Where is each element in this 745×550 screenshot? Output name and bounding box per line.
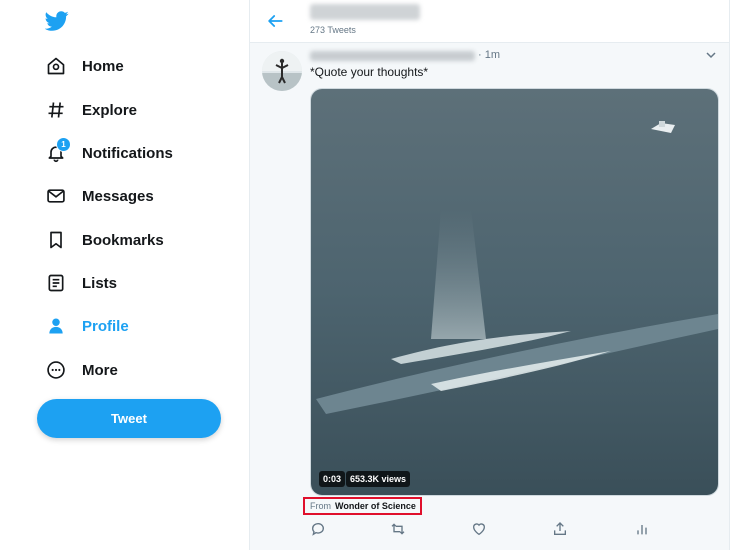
tweet-button[interactable]: Tweet bbox=[37, 399, 221, 438]
chevron-down-icon[interactable] bbox=[705, 49, 717, 61]
from-label: From bbox=[310, 501, 331, 511]
profile-name-redacted bbox=[310, 4, 420, 20]
sidebar-item-notifications[interactable]: 1 Notifications bbox=[45, 137, 173, 168]
tweet-count: 273 Tweets bbox=[310, 25, 356, 35]
video-frame bbox=[311, 89, 718, 495]
video-duration: 0:03 bbox=[319, 471, 346, 487]
sidebar-item-home[interactable]: Home bbox=[45, 51, 124, 81]
retweet-icon[interactable] bbox=[390, 521, 406, 537]
reply-icon[interactable] bbox=[310, 521, 326, 537]
sidebar-item-explore[interactable]: Explore bbox=[45, 95, 137, 125]
sidebar-item-label: Messages bbox=[82, 187, 154, 205]
bell-icon: 1 bbox=[45, 137, 71, 164]
bookmark-icon bbox=[45, 229, 67, 251]
sidebar-item-messages[interactable]: Messages bbox=[45, 181, 154, 211]
more-circle-icon bbox=[45, 359, 67, 381]
sidebar: Home Explore 1 Notifications Messages Bo… bbox=[0, 0, 249, 550]
sidebar-item-bookmarks[interactable]: Bookmarks bbox=[45, 225, 164, 255]
sidebar-item-label: Lists bbox=[82, 274, 118, 292]
tweet-timestamp[interactable]: · 1m bbox=[478, 49, 500, 61]
sidebar-item-more[interactable]: More bbox=[45, 355, 118, 385]
twitter-bird-icon[interactable] bbox=[45, 9, 69, 33]
hashtag-icon bbox=[45, 99, 67, 121]
profile-header: 273 Tweets bbox=[250, 0, 729, 43]
analytics-icon[interactable] bbox=[634, 521, 650, 537]
sidebar-item-label: Explore bbox=[82, 101, 138, 119]
main-column: 273 Tweets · 1m *Quote your thoughts* 0:… bbox=[249, 0, 730, 550]
list-icon bbox=[45, 272, 67, 294]
notification-badge: 1 bbox=[56, 137, 71, 152]
video-views: 653.3K views bbox=[346, 471, 411, 487]
sidebar-item-label: Home bbox=[82, 57, 124, 75]
sidebar-item-label: More bbox=[82, 361, 118, 379]
author-name-redacted bbox=[310, 51, 475, 61]
home-icon bbox=[45, 55, 67, 77]
sidebar-item-lists[interactable]: Lists bbox=[45, 268, 117, 298]
tweet-text: *Quote your thoughts* bbox=[310, 65, 429, 79]
envelope-icon bbox=[45, 185, 67, 207]
sidebar-item-label: Bookmarks bbox=[82, 231, 164, 249]
user-icon bbox=[45, 315, 67, 337]
source-account-link[interactable]: Wonder of Science bbox=[335, 501, 416, 511]
video-source-attribution[interactable]: From Wonder of Science bbox=[303, 497, 422, 515]
share-icon[interactable] bbox=[552, 521, 568, 537]
video-player[interactable]: 0:03 653.3K views bbox=[310, 88, 719, 496]
sidebar-item-profile[interactable]: Profile bbox=[45, 311, 129, 341]
sidebar-item-label: Notifications bbox=[82, 144, 173, 162]
like-heart-icon[interactable] bbox=[471, 521, 487, 537]
back-arrow-icon[interactable] bbox=[265, 11, 285, 31]
avatar[interactable] bbox=[262, 51, 302, 91]
sidebar-item-label: Profile bbox=[82, 317, 129, 335]
tweet-card[interactable]: · 1m *Quote your thoughts* 0:03 653.3K v… bbox=[250, 43, 729, 550]
